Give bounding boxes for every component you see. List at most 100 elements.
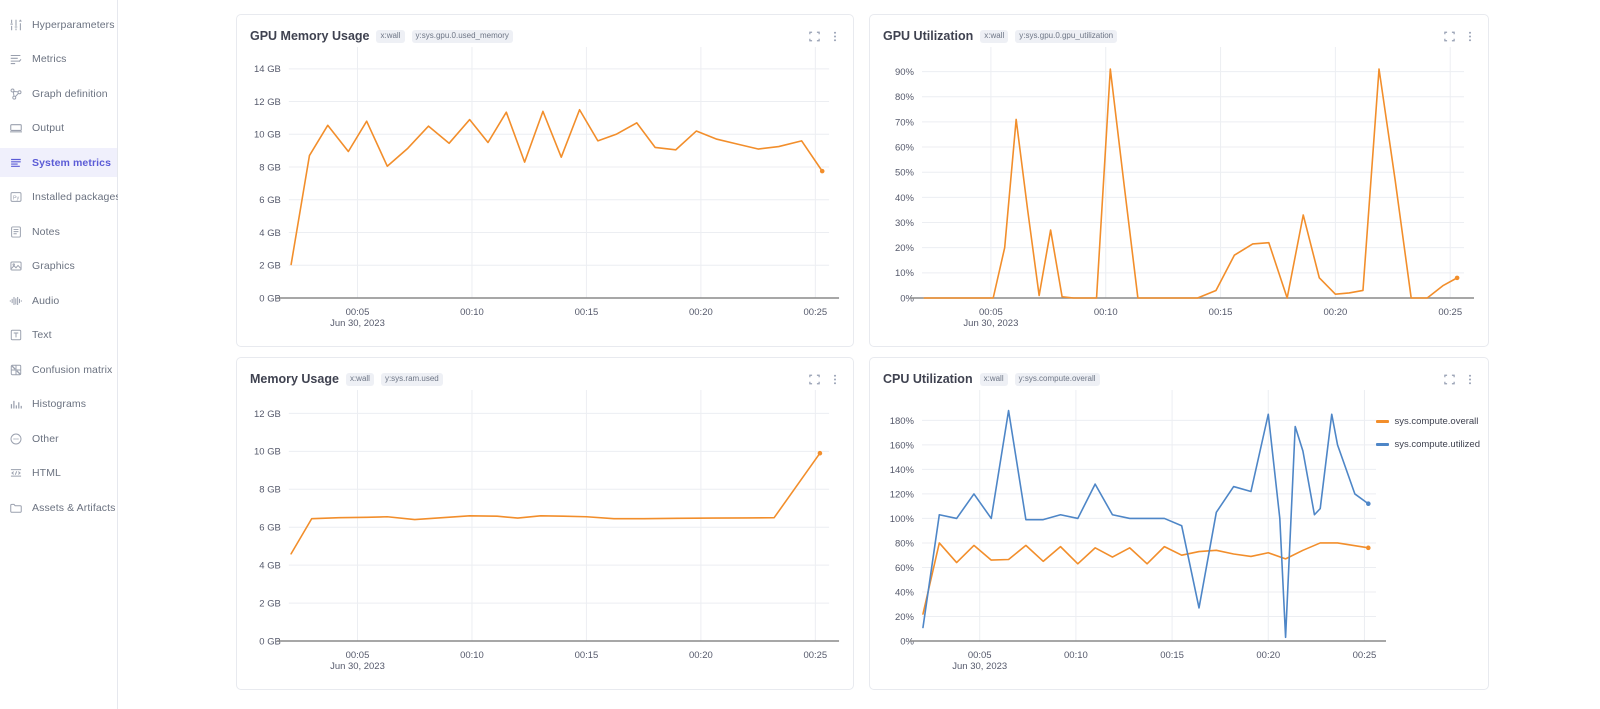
sidebar-item-label: Notes [32, 225, 60, 238]
sidebar-item-label: Audio [32, 294, 60, 307]
panel-actions [1443, 373, 1476, 386]
other-circle-icon [9, 432, 23, 446]
y-axis-tick-label: 6 GB [259, 523, 281, 534]
x-axis-date-label: Jun 30, 2023 [330, 661, 385, 672]
sidebar-item-metrics[interactable]: Metrics [0, 45, 117, 74]
legend-label: sys.compute.overall [1394, 416, 1479, 427]
chart-legend: sys.compute.overall sys.compute.utilized [1376, 416, 1480, 450]
y-axis-tick-label: 90% [895, 67, 915, 78]
x-axis-tick-label: 00:10 [1094, 307, 1118, 318]
legend-item[interactable]: sys.compute.overall [1376, 416, 1480, 427]
x-axis-tick-label: 00:10 [460, 650, 484, 661]
expand-icon[interactable] [808, 30, 821, 43]
expand-icon[interactable] [1443, 30, 1456, 43]
sidebar-item-installed-packages[interactable]: Py Installed packages [0, 183, 121, 212]
sidebar-item-system-metrics[interactable]: System metrics [0, 148, 117, 177]
chart-title: Memory Usage [250, 372, 339, 386]
y-axis-tick-label: 30% [895, 218, 915, 229]
panel-header: GPU Utilization x:wall y:sys.gpu.0.gpu_uti… [870, 15, 1488, 45]
y-axis-tick-label: 100% [890, 514, 915, 525]
series-end-marker [1366, 545, 1371, 551]
folder-icon [9, 501, 23, 515]
kebab-menu-icon[interactable] [1463, 30, 1476, 43]
series-end-marker [819, 168, 825, 174]
series-line [290, 108, 824, 266]
y-axis-tick-label: 50% [895, 168, 915, 179]
x-axis-tick-label: 00:15 [1160, 650, 1184, 661]
sidebar-item-label: Graph definition [32, 87, 108, 100]
x-axis-tick-label: 00:25 [804, 650, 828, 661]
sidebar-item-other[interactable]: Other [0, 424, 117, 453]
sidebar-item-assets-artifacts[interactable]: Assets & Artifacts [0, 493, 117, 522]
x-axis-tick-label: 00:05 [979, 307, 1003, 318]
sidebar-item-label: Text [32, 329, 52, 341]
chart-panel-gpu-utilization: GPU Utilization x:wall y:sys.gpu.0.gpu_uti… [869, 14, 1489, 347]
expand-icon[interactable] [808, 373, 821, 386]
kebab-menu-icon[interactable] [828, 30, 841, 43]
y-axis-tick-label: 0% [900, 636, 914, 647]
x-axis-date-label: Jun 30, 2023 [952, 661, 1007, 672]
x-axis-badge: x:wall [979, 372, 1008, 386]
sidebar-item-text[interactable]: Text [0, 321, 117, 350]
y-axis-tick-label: 10 GB [254, 130, 281, 141]
legend-color-swatch [1376, 443, 1390, 446]
panel-actions [808, 30, 841, 43]
x-axis-tick-label: 00:25 [804, 307, 828, 318]
legend-item[interactable]: sys.compute.utilized [1376, 439, 1480, 450]
sidebar-item-label: Confusion matrix [32, 363, 113, 376]
y-axis-tick-label: 160% [890, 440, 915, 451]
y-axis-tick-label: 40% [895, 193, 915, 204]
y-axis-tick-label: 80% [895, 538, 915, 549]
app-root: Hyperparameters Metrics Graph definition Ou… [0, 0, 1600, 709]
y-axis-tick-label: 120% [890, 489, 915, 500]
x-axis-tick-label: 00:25 [1438, 307, 1462, 318]
text-icon [9, 328, 23, 342]
y-axis-tick-label: 0 GB [259, 293, 281, 304]
x-axis-tick-label: 00:20 [689, 650, 713, 661]
chart-plot-area: 0 GB 2 GB 4 GB 6 GB 8 GB 10 GB 12 GB 14 GB 00:05… [237, 45, 853, 340]
x-axis-tick-label: 00:25 [1353, 650, 1377, 661]
audio-wave-icon [9, 294, 23, 308]
sidebar-item-hyperparameters[interactable]: Hyperparameters [0, 10, 117, 39]
html-icon [9, 466, 23, 480]
sidebar-item-graph-definition[interactable]: Graph definition [0, 79, 117, 108]
chart-panel-cpu-utilization: CPU Utilization x:wall y:sys.compute.overa… [869, 357, 1489, 690]
sidebar-item-histograms[interactable]: Histograms [0, 390, 117, 419]
series-line [923, 68, 1458, 299]
series-line [922, 542, 1370, 615]
y-axis-badge: y:sys.gpu.0.used_memory [411, 29, 513, 43]
sidebar-item-label: Histograms [32, 398, 87, 410]
y-axis-tick-label: 0 GB [259, 636, 281, 647]
expand-icon[interactable] [1443, 373, 1456, 386]
chart-plot-area: 0% 10% 20% 30% 40% 50% 60% 70% 80% 90% 00:05 00:10 0… [870, 45, 1488, 340]
x-axis-badge: x:wall [376, 29, 405, 43]
y-axis-tick-label: 0% [900, 293, 914, 304]
kebab-menu-icon[interactable] [828, 373, 841, 386]
y-axis-tick-label: 4 GB [259, 561, 281, 572]
legend-color-swatch [1376, 420, 1390, 423]
y-axis-tick-label: 10 GB [254, 447, 281, 458]
panel-actions [1443, 30, 1476, 43]
sidebar-item-audio[interactable]: Audio [0, 286, 117, 315]
sidebar-item-output[interactable]: Output [0, 114, 117, 143]
sidebar-item-label: HTML [32, 467, 61, 479]
sidebar-item-confusion-matrix[interactable]: Confusion matrix [0, 355, 117, 384]
chart-plot-area: 0% 20% 40% 60% 80% 100% 120% 140% 160% 180% 00:05 0… [870, 388, 1488, 683]
series-end-marker [817, 450, 823, 456]
sidebar-item-label: Metrics [32, 53, 67, 65]
panel-header: GPU Memory Usage x:wall y:sys.gpu.0.used_m… [237, 15, 853, 45]
notes-icon [9, 225, 23, 239]
python-package-icon: Py [9, 190, 23, 204]
y-axis-tick-label: 60% [895, 563, 915, 574]
sidebar-item-html[interactable]: HTML [0, 459, 117, 488]
sidebar-item-label: Hyperparameters [32, 18, 115, 31]
kebab-menu-icon[interactable] [1463, 373, 1476, 386]
sidebar-item-label: Output [32, 122, 65, 134]
panel-header: CPU Utilization x:wall y:sys.compute.overa… [870, 358, 1488, 388]
x-axis-tick-label: 00:10 [460, 307, 484, 318]
sidebar-item-notes[interactable]: Notes [0, 217, 117, 246]
sidebar-item-graphics[interactable]: Graphics [0, 252, 117, 281]
y-axis-tick-label: 80% [895, 92, 915, 103]
y-axis-badge: y:sys.ram.used [380, 372, 443, 386]
x-axis-tick-label: 00:05 [346, 650, 370, 661]
